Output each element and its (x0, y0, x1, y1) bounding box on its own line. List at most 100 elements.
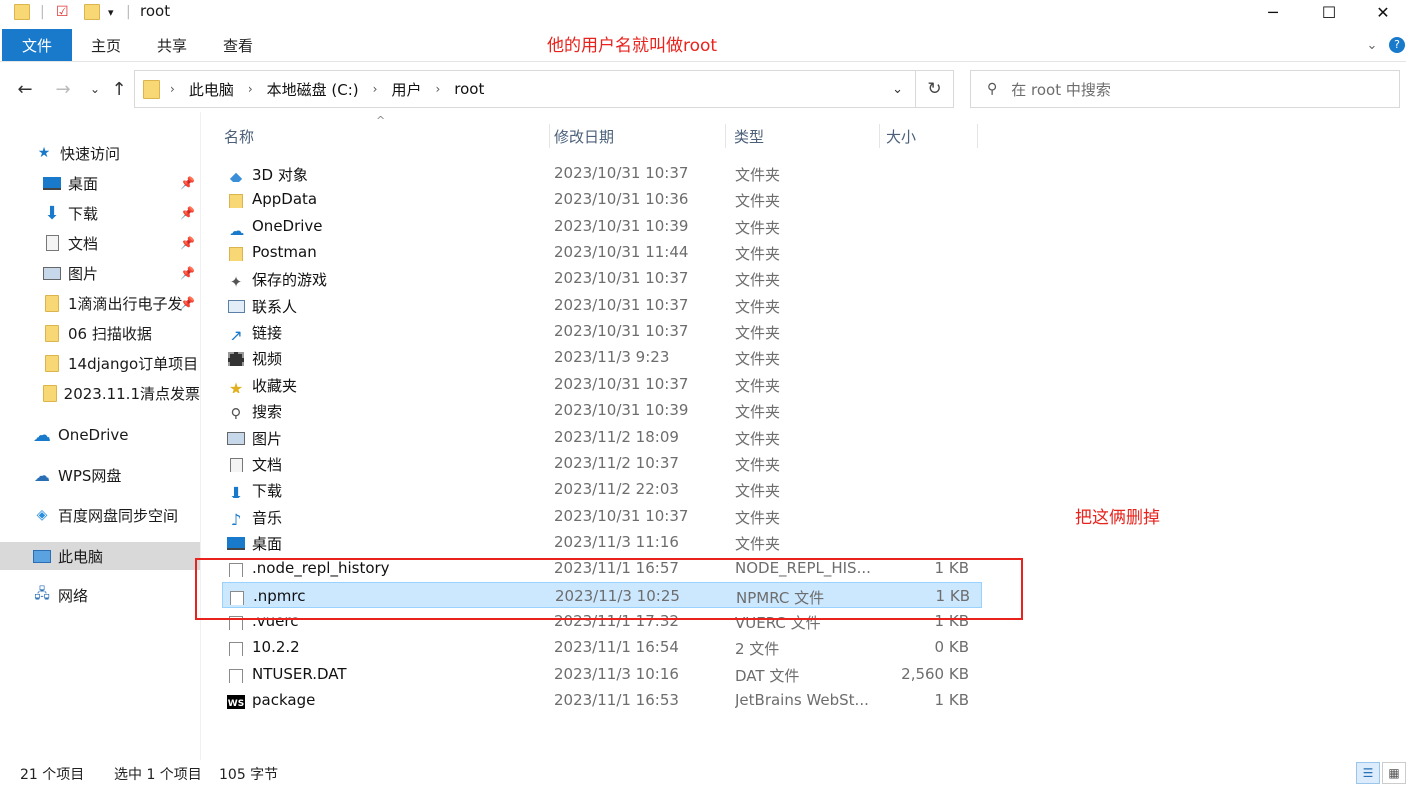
annotation-delete: 把这俩删掉 (1075, 508, 1160, 528)
large-icons-view-icon[interactable]: ▦ (1382, 762, 1406, 784)
selection-size: 105 字节 (219, 767, 279, 783)
sidebar-network[interactable]: 🖧 网络 (0, 582, 200, 608)
file-date: 2023/10/31 10:37 (554, 322, 689, 341)
crumb-users[interactable]: 用户 (391, 79, 421, 100)
tab-home[interactable]: 主页 (78, 29, 134, 61)
file-row[interactable]: 10.2.2 2023/11/1 16:54 2 文件 0 KB (222, 634, 982, 660)
file-type: 文件夹 (735, 455, 781, 474)
search-input[interactable]: ⚲ 在 root 中搜索 (970, 70, 1400, 108)
file-row[interactable]: 文档 2023/11/2 10:37 文件夹 (222, 450, 982, 476)
column-size[interactable]: 大小 (882, 124, 978, 148)
sidebar-label: 1滴滴出行电子发 (68, 294, 183, 313)
new-folder-icon[interactable] (84, 2, 100, 22)
address-bar[interactable]: › 此电脑 › 本地磁盘 (C:) › 用户 › root ⌄ (134, 70, 916, 108)
sidebar-thispc[interactable]: 此电脑 (0, 542, 200, 570)
file-name: 音乐 (252, 508, 283, 527)
file-type: 文件夹 (735, 218, 781, 237)
sidebar-onedrive[interactable]: ☁ OneDrive (0, 422, 200, 448)
file-date: 2023/11/3 9:23 (554, 348, 670, 367)
download-icon: ⬇ (44, 202, 60, 224)
maximize-button[interactable]: ☐ (1306, 0, 1352, 24)
sidebar-label: OneDrive (58, 426, 129, 444)
file-row[interactable]: ★ 收藏夹 2023/10/31 10:37 文件夹 (222, 371, 982, 397)
file-row[interactable]: 桌面 2023/11/3 11:16 文件夹 (222, 529, 982, 555)
close-button[interactable]: ✕ (1360, 0, 1406, 24)
column-name[interactable]: 名称 (220, 124, 550, 148)
file-row[interactable]: ♪ 音乐 2023/10/31 10:37 文件夹 (222, 503, 982, 529)
customize-toolbar-icon[interactable]: ▾ (108, 2, 114, 22)
tab-view[interactable]: 查看 (210, 29, 266, 61)
crumb-root[interactable]: root (454, 80, 484, 98)
column-type[interactable]: 类型 (730, 124, 880, 148)
file-size: 0 KB (934, 638, 969, 657)
sidebar-label: 下载 (68, 204, 99, 223)
file-type: JetBrains WebSt... (735, 691, 869, 709)
properties-icon[interactable]: ☑ (56, 2, 69, 22)
file-row[interactable]: WS package 2023/11/1 16:53 JetBrains WebSt.… (222, 687, 982, 713)
star-icon: ★ (37, 145, 51, 161)
sidebar-item-folder[interactable]: 1滴滴出行电子发 📌 (0, 290, 200, 316)
file-date: 2023/11/2 22:03 (554, 480, 679, 499)
sidebar-label: 百度网盘同步空间 (58, 506, 179, 525)
chevron-down-icon[interactable]: ⌄ (892, 82, 903, 97)
file-row[interactable]: ◆ 3D 对象 2023/10/31 10:37 文件夹 (222, 160, 982, 186)
file-type: 文件夹 (735, 534, 781, 553)
sidebar-item-folder[interactable]: 14django订单项目 (0, 350, 200, 376)
sidebar-baidu[interactable]: ◈ 百度网盘同步空间 (0, 502, 200, 528)
file-row[interactable]: 图片 2023/11/2 18:09 文件夹 (222, 424, 982, 450)
help-icon[interactable]: ? (1388, 29, 1406, 61)
item-count: 21 个项目 (20, 767, 85, 783)
sidebar-item-desktop[interactable]: 桌面 📌 (0, 170, 200, 196)
annotation-highlight-box (195, 558, 1023, 620)
network-icon: 🖧 (34, 586, 50, 602)
sidebar-label: 14django订单项目 (68, 354, 199, 373)
file-type: 文件夹 (735, 482, 781, 501)
pin-icon: 📌 (180, 236, 195, 250)
file-row[interactable]: 视频 2023/11/3 9:23 文件夹 (222, 344, 982, 370)
file-row[interactable]: 联系人 2023/10/31 10:37 文件夹 (222, 292, 982, 318)
folder-icon (226, 190, 246, 209)
music-icon: ♪ (230, 510, 242, 525)
file-row[interactable]: ↗ 链接 2023/10/31 10:37 文件夹 (222, 318, 982, 344)
crumb-thispc[interactable]: 此电脑 (189, 79, 234, 100)
chevron-right-icon: › (372, 82, 378, 96)
tab-share[interactable]: 共享 (144, 29, 200, 61)
column-date[interactable]: 修改日期 (550, 124, 726, 148)
file-row[interactable]: ⚲ 搜索 2023/10/31 10:39 文件夹 (222, 397, 982, 423)
tab-file[interactable]: 文件 (2, 29, 72, 61)
back-button[interactable]: ← (12, 76, 38, 102)
recent-locations-icon[interactable]: ⌄ (82, 76, 108, 102)
file-row[interactable]: ⬇ 下载 2023/11/2 22:03 文件夹 (222, 476, 982, 502)
crumb-cdrive[interactable]: 本地磁盘 (C:) (267, 79, 359, 100)
file-row[interactable]: NTUSER.DAT 2023/11/3 10:16 DAT 文件 2,560 KB (222, 661, 982, 687)
wps-cloud-icon: ☁ (34, 465, 50, 485)
file-name: 文档 (252, 455, 283, 474)
file-type: 文件夹 (735, 429, 781, 448)
sidebar-item-documents[interactable]: 文档 📌 (0, 230, 200, 256)
sidebar-item-folder[interactable]: 2023.11.1清点发票 (0, 380, 200, 406)
file-date: 2023/11/2 10:37 (554, 453, 679, 472)
expand-ribbon-icon[interactable]: ⌄ (1362, 29, 1382, 61)
sidebar-wps[interactable]: ☁ WPS网盘 (0, 462, 200, 488)
sidebar-item-pictures[interactable]: 图片 📌 (0, 260, 200, 286)
sidebar-quick-access[interactable]: ★ 快速访问 (0, 140, 200, 166)
video-icon (226, 348, 246, 367)
refresh-button[interactable]: ↻ (916, 70, 954, 108)
sidebar-item-downloads[interactable]: ⬇ 下载 📌 (0, 200, 200, 226)
file-type: 2 文件 (735, 640, 780, 659)
divider: | (40, 4, 45, 20)
up-button[interactable]: ↑ (106, 76, 132, 102)
annotation-username: 他的用户名就叫做root (547, 36, 718, 56)
file-row[interactable]: ☁ OneDrive 2023/10/31 10:39 文件夹 (222, 213, 982, 239)
minimize-button[interactable]: ─ (1250, 0, 1296, 24)
pin-icon: 📌 (180, 296, 195, 310)
sidebar-item-folder[interactable]: 06 扫描收据 (0, 320, 200, 346)
file-row[interactable]: AppData 2023/10/31 10:36 文件夹 (222, 186, 982, 212)
file-type: 文件夹 (735, 376, 781, 395)
file-row[interactable]: ✦ 保存的游戏 2023/10/31 10:37 文件夹 (222, 265, 982, 291)
details-view-icon[interactable]: ☰ (1356, 762, 1380, 784)
file-row[interactable]: Postman 2023/10/31 11:44 文件夹 (222, 239, 982, 265)
forward-button[interactable]: → (50, 76, 76, 102)
status-bar: 21 个项目 选中 1 个项目 105 字节 ☰ ▦ (0, 760, 1406, 785)
file-date: 2023/10/31 10:36 (554, 190, 689, 209)
